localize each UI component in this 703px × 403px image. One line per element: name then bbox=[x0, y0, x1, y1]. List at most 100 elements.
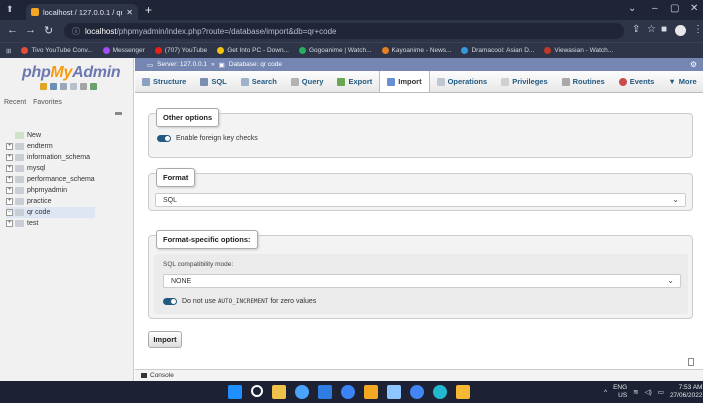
settings-app-icon[interactable] bbox=[387, 385, 401, 399]
minimize-icon[interactable]: – bbox=[652, 3, 658, 14]
tab-events[interactable]: Events bbox=[612, 71, 662, 92]
document-icon[interactable] bbox=[688, 358, 694, 366]
breadcrumb-server[interactable]: Server: 127.0.0.1 bbox=[157, 61, 207, 68]
settings-icon[interactable] bbox=[80, 83, 87, 90]
home-icon[interactable] bbox=[40, 83, 47, 90]
windows-start-icon[interactable] bbox=[228, 385, 242, 399]
bookmark-favicon-icon bbox=[461, 47, 469, 54]
app-icon[interactable] bbox=[456, 385, 470, 399]
expand-icon[interactable]: + bbox=[6, 165, 13, 172]
expand-icon[interactable]: + bbox=[6, 154, 13, 161]
wifi-icon[interactable]: ≋ bbox=[633, 388, 638, 396]
console-bar[interactable]: Console bbox=[135, 369, 703, 381]
tab-search-icon[interactable]: ⌄ bbox=[628, 3, 636, 14]
expand-icon[interactable]: + bbox=[6, 220, 13, 227]
word-icon[interactable] bbox=[318, 385, 332, 399]
tab-search[interactable]: Search bbox=[234, 71, 284, 92]
new-database-icon bbox=[15, 132, 24, 139]
tree-item-practice[interactable]: + practice bbox=[6, 196, 95, 207]
browser-icon[interactable] bbox=[410, 385, 424, 399]
menu-kebab-icon[interactable]: ⋮ bbox=[693, 24, 703, 35]
back-icon[interactable]: ← bbox=[7, 24, 18, 36]
auto-increment-toggle[interactable] bbox=[163, 298, 177, 305]
tree-item-performance-schema[interactable]: + performance_schema bbox=[6, 174, 95, 185]
tab-close-icon[interactable]: ✕ bbox=[126, 8, 133, 17]
forward-icon[interactable]: → bbox=[25, 24, 36, 36]
file-explorer-icon[interactable] bbox=[272, 385, 286, 399]
favorites-tab[interactable]: Favorites bbox=[33, 99, 62, 106]
recent-tab[interactable]: Recent bbox=[4, 99, 26, 106]
battery-icon[interactable]: ▭ bbox=[658, 388, 664, 396]
expand-icon[interactable]: + bbox=[6, 198, 13, 205]
foreign-key-checks-option[interactable]: Enable foreign key checks bbox=[157, 135, 258, 142]
format-select[interactable]: SQL ⌄ bbox=[155, 193, 686, 207]
bookmark-item[interactable]: Kayoanime - News... bbox=[381, 47, 451, 54]
tab-more[interactable]: ▼ More bbox=[661, 71, 703, 92]
tree-item-qr-code[interactable]: − qr code bbox=[6, 207, 95, 218]
bookmark-label: Dramacool: Asian D... bbox=[471, 47, 535, 54]
tab-routines[interactable]: Routines bbox=[555, 71, 612, 92]
logout-icon[interactable] bbox=[50, 83, 57, 90]
tree-item-information-schema[interactable]: + information_schema bbox=[6, 152, 95, 163]
bookmark-item[interactable]: Viewasian - Watch... bbox=[544, 47, 613, 54]
bookmark-item[interactable]: Messenger bbox=[102, 47, 145, 54]
gear-icon[interactable]: ⚙ bbox=[690, 60, 697, 69]
bookmark-star-icon[interactable]: ☆ bbox=[647, 24, 656, 35]
auto-increment-option[interactable]: Do not use AUTO_INCREMENT for zero value… bbox=[163, 298, 316, 305]
tab-sql[interactable]: SQL bbox=[193, 71, 233, 92]
browser-tab[interactable]: localhost / 127.0.0.1 / qr code | p ✕ bbox=[26, 4, 138, 20]
clock[interactable]: 7:53 AM 27/06/2022 bbox=[670, 384, 703, 400]
tree-item-endterm[interactable]: + endterm bbox=[6, 141, 95, 152]
volume-icon[interactable]: ◁) bbox=[645, 388, 652, 396]
tab-structure[interactable]: Structure bbox=[135, 71, 193, 92]
chrome-icon[interactable] bbox=[295, 385, 309, 399]
bookmark-item[interactable]: Get Into PC - Down... bbox=[217, 47, 289, 54]
reload-icon[interactable]: ↻ bbox=[44, 24, 53, 37]
language-indicator[interactable]: ENG US bbox=[613, 384, 627, 400]
tab-operations[interactable]: Operations bbox=[430, 71, 495, 92]
collapse-icon[interactable]: − bbox=[6, 209, 13, 216]
reload-nav-icon[interactable] bbox=[90, 83, 97, 90]
media-player-icon[interactable] bbox=[341, 385, 355, 399]
tree-item-mysql[interactable]: + mysql bbox=[6, 163, 95, 174]
collapse-all-icon[interactable] bbox=[115, 112, 122, 115]
bookmark-item[interactable]: Dramacool: Asian D... bbox=[461, 47, 534, 54]
expand-icon[interactable]: + bbox=[6, 176, 13, 183]
docs-icon[interactable] bbox=[70, 83, 77, 90]
tab-export[interactable]: Export bbox=[330, 71, 379, 92]
tree-item-label: performance_schema bbox=[27, 176, 95, 183]
help-icon[interactable] bbox=[60, 83, 67, 90]
new-tab-button[interactable]: + bbox=[145, 3, 152, 17]
sidepanel-icon[interactable]: ■ bbox=[661, 24, 667, 35]
tree-item-test[interactable]: + test bbox=[6, 218, 95, 229]
expand-icon[interactable]: + bbox=[6, 143, 13, 150]
expand-icon[interactable]: + bbox=[6, 187, 13, 194]
foreign-key-toggle[interactable] bbox=[157, 135, 171, 142]
events-icon bbox=[618, 77, 627, 86]
import-content: Other options Enable foreign key checks … bbox=[135, 93, 703, 381]
restore-icon[interactable]: ▢ bbox=[670, 3, 679, 14]
import-button[interactable]: Import bbox=[148, 331, 182, 348]
breadcrumb-database[interactable]: Database: qr code bbox=[229, 61, 282, 68]
url-field[interactable]: ⓘ localhost /phpmyadmin/index.php?route=… bbox=[64, 23, 624, 39]
phpmyadmin-logo[interactable]: phpMyAdmin bbox=[22, 64, 121, 82]
edge-icon[interactable] bbox=[433, 385, 447, 399]
shield-icon[interactable]: ⬆ bbox=[6, 4, 14, 15]
tab-import[interactable]: Import bbox=[379, 71, 430, 92]
bookmark-item[interactable]: (707) YouTube bbox=[154, 47, 207, 54]
profile-avatar[interactable] bbox=[675, 25, 686, 36]
search-icon[interactable] bbox=[251, 385, 263, 397]
bookmark-item[interactable]: Gogoanime | Watch... bbox=[298, 47, 372, 54]
compat-mode-label: SQL compatibility mode: bbox=[163, 261, 234, 268]
compat-mode-select[interactable]: NONE ⌄ bbox=[163, 274, 681, 288]
share-icon[interactable]: ⇪ bbox=[632, 24, 640, 35]
close-window-icon[interactable]: ✕ bbox=[690, 3, 698, 14]
tree-item-phpmyadmin[interactable]: + phpmyadmin bbox=[6, 185, 95, 196]
tray-chevron-icon[interactable]: ^ bbox=[604, 389, 607, 396]
tree-item-new[interactable]: New bbox=[6, 130, 95, 141]
tab-query[interactable]: Query bbox=[284, 71, 331, 92]
xampp-icon[interactable] bbox=[364, 385, 378, 399]
bookmark-item[interactable]: Tivo YouTube Conv... bbox=[21, 47, 93, 54]
apps-grid-icon[interactable]: ⊞ bbox=[6, 47, 11, 55]
tab-privileges[interactable]: Privileges bbox=[494, 71, 554, 92]
